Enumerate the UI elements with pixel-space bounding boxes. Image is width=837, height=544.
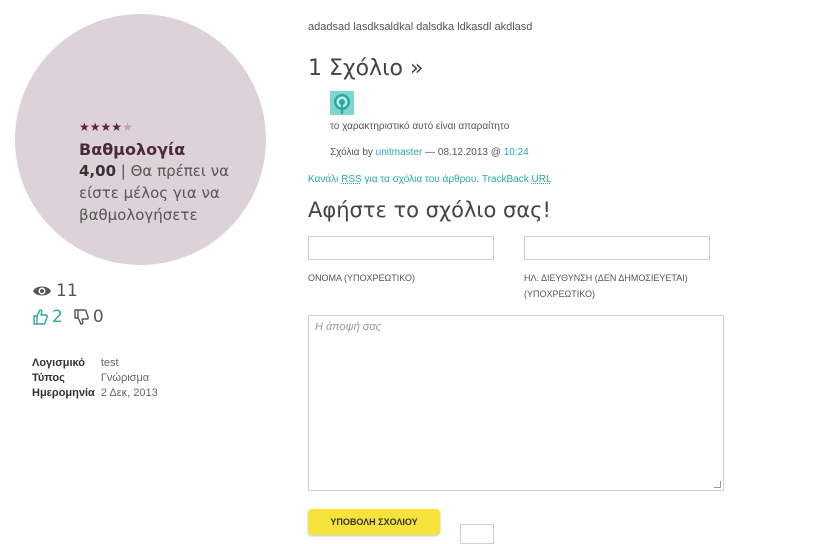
post-text: adadsad lasdksaldkal dalsdka ldkasdl akd…	[308, 21, 533, 33]
avatar	[330, 91, 354, 115]
dislikes-value: 0	[92, 307, 104, 327]
meta-value: test	[100, 357, 119, 369]
eye-icon	[33, 286, 51, 296]
likes-value: 2	[52, 307, 63, 327]
rating-text: 4,00 | Θα πρέπει να είστε μέλος για να β…	[79, 160, 249, 226]
email-label-line-1: ΗΛ. ΔΙΕΥΘΥΝΣΗ (ΔΕΝ ΔΗΜΟΣΙΕΥΕΤΑΙ)	[524, 273, 688, 283]
submit-comment-button[interactable]: ΥΠΟΒΟΛΗ ΣΧΟΛΙΟΥ	[308, 509, 440, 535]
trackback-url-link[interactable]: URL	[532, 174, 552, 185]
comment-placeholder: Η άποψή σας	[315, 321, 382, 333]
comment-meta: Σχόλια by unitmaster — 08.12.2013 @ 10:2…	[330, 147, 529, 158]
meta-key: Λογισμικό	[32, 357, 86, 369]
rating-value: 4,00	[79, 162, 117, 180]
rss-abbr[interactable]: RSS	[341, 174, 362, 185]
star-empty-icon[interactable]: ★	[122, 120, 133, 134]
comment-author-link[interactable]: unitmaster	[376, 147, 423, 158]
comment-prefix: Σχόλια by	[330, 147, 373, 158]
name-field[interactable]	[308, 236, 494, 260]
like-button[interactable]: 2	[32, 307, 63, 327]
comment-body: το χαρακτηριστικό αυτό είναι απαραίτητο	[330, 121, 510, 132]
captcha-input[interactable]	[460, 524, 494, 544]
meta-value: Γνώρισμα	[100, 372, 150, 384]
views-value: 11	[56, 281, 78, 301]
meta-row: Τύπος Γνώρισμα	[32, 371, 164, 386]
rating-title: Βαθμολογία	[79, 140, 186, 159]
meta-value: 2 Δεκ, 2013	[100, 387, 158, 399]
resize-grip-icon[interactable]	[714, 481, 721, 488]
reply-title: Αφήστε το σχόλιο σας!	[308, 198, 551, 222]
comment-time-link[interactable]: 10:24	[504, 147, 529, 158]
software-meta: Λογισμικό test Τύπος Γνώρισμα Ημερομηνία 2 …	[32, 356, 164, 401]
email-label-line-2: (ΥΠΟΧΡΕΩΤΙΚΟ)	[524, 289, 595, 299]
star-icon[interactable]: ★	[79, 120, 90, 134]
meta-row: Ημερομηνία 2 Δεκ, 2013	[32, 386, 164, 401]
rss-link[interactable]: RSS για τα σχόλια του άρθρου. TrackBack	[341, 174, 529, 185]
rss-link-label[interactable]: για τα σχόλια του άρθρου. TrackBack	[364, 174, 528, 185]
star-icon[interactable]: ★	[90, 120, 101, 134]
comment-textarea[interactable]: Η άποψή σας	[308, 315, 724, 491]
meta-row: Λογισμικό test	[32, 356, 164, 371]
star-icon[interactable]: ★	[111, 120, 122, 134]
star-icon[interactable]: ★	[101, 120, 112, 134]
comment-date: — 08.12.2013 @	[425, 147, 501, 158]
dislike-button[interactable]: 0	[73, 307, 104, 327]
name-label: ΟΝΟΜΑ (ΥΠΟΧΡΕΩΤΙΚΟ)	[308, 273, 415, 283]
email-label: ΗΛ. ΔΙΕΥΘΥΝΣΗ (ΔΕΝ ΔΗΜΟΣΙΕΥΕΤΑΙ) (ΥΠΟΧΡΕ…	[524, 272, 688, 300]
meta-key: Ημερομηνία	[32, 387, 95, 399]
email-field[interactable]	[524, 236, 710, 260]
meta-key: Τύπος	[32, 372, 65, 384]
rating-block: ★★★★★ Βαθμολογία 4,00 | Θα πρέπει να είσ…	[79, 120, 249, 226]
star-rating[interactable]: ★★★★★	[79, 120, 249, 134]
thumbs-up-icon	[33, 309, 48, 325]
comments-title[interactable]: 1 Σχόλιο »	[308, 56, 423, 81]
comment-feeds: Κανάλι RSS για τα σχόλια του άρθρου. Tra…	[308, 174, 552, 185]
post-stats: 11 2 0	[32, 278, 104, 330]
thumbs-down-icon	[74, 309, 89, 325]
views-count: 11	[32, 278, 104, 304]
url-abbr[interactable]: URL	[532, 174, 552, 185]
votes: 2 0	[32, 304, 104, 330]
feeds-prefix: Κανάλι	[308, 174, 339, 185]
